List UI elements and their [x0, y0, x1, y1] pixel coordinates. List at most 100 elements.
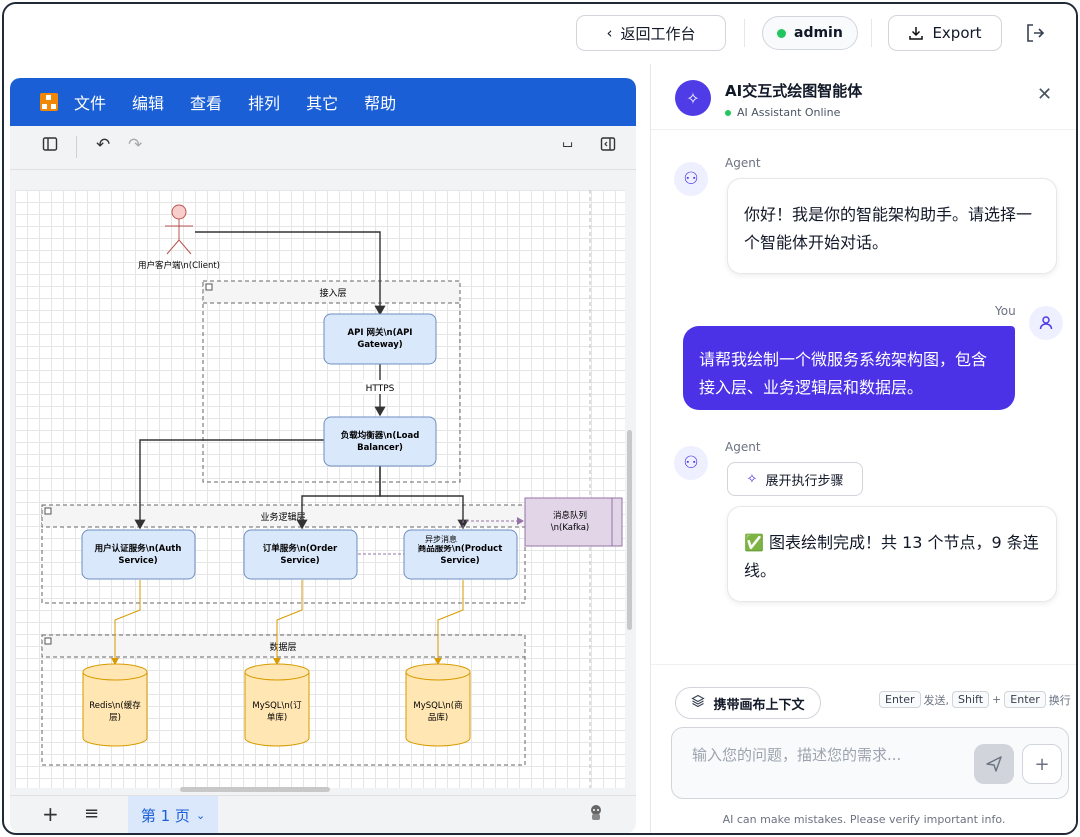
divider — [871, 19, 872, 47]
attach-plus-button[interactable]: + — [1022, 744, 1062, 784]
toolbar-divider — [76, 136, 77, 158]
message-composer: 输入您的问题，描述您的需求... + — [671, 727, 1069, 799]
enter-key: Enter — [1004, 691, 1046, 708]
format-panel-icon[interactable] — [600, 136, 616, 157]
menu-arrange[interactable]: 排列 — [248, 90, 280, 114]
online-dot-icon — [725, 109, 731, 116]
message-input[interactable]: 输入您的问题，描述您的需求... — [692, 744, 901, 765]
menu-file[interactable]: 文件 — [74, 90, 106, 114]
online-dot-icon — [777, 28, 786, 38]
top-bar: ‹ 返回工作台 admin Export — [4, 4, 1076, 64]
canvas-area[interactable]: 接入层 业务逻辑层 数据层 HTTPS 用户客户端\n(Client) API … — [10, 170, 636, 795]
user-avatar-icon — [1029, 306, 1063, 340]
pages-menu-icon[interactable]: ≡ — [84, 803, 99, 824]
chat-header: ✧ AI交互式绘图智能体 AI Assistant Online ✕ — [651, 64, 1076, 130]
composer-divider — [651, 664, 1076, 665]
client-label: 用户客户端\n(Client) — [138, 260, 220, 271]
sidebar-toggle-icon[interactable] — [42, 136, 58, 157]
svg-text:Gateway): Gateway) — [357, 340, 402, 350]
online-status: AI Assistant Online — [725, 106, 840, 119]
svg-text:API 网关\n(API: API 网关\n(API — [348, 327, 413, 338]
https-label: HTTPS — [366, 384, 395, 394]
sparkle-avatar-icon: ✧ — [675, 80, 711, 116]
export-label: Export — [932, 24, 982, 42]
mysql-product-db-node[interactable]: MySQL\n(商 品库) — [405, 663, 471, 747]
robot-agent-icon: ⚇ — [674, 162, 708, 196]
expand-steps-label: 展开执行步骤 — [765, 473, 844, 489]
agent-label: Agent — [725, 440, 761, 454]
page-tab-1[interactable]: 第 1 页 ⌄ — [128, 796, 218, 833]
access-layer-label: 接入层 — [319, 287, 346, 299]
mysql-order-db-node[interactable]: MySQL\n(订 单库) — [244, 663, 310, 747]
page-bar: + ≡ 第 1 页 ⌄ — [10, 795, 636, 833]
svg-text:品库): 品库) — [428, 712, 448, 723]
agent-label: Agent — [725, 156, 761, 170]
redis-db-node[interactable]: Redis\n(缓存 层) — [82, 663, 148, 747]
svg-text:订单服务\n(Order: 订单服务\n(Order — [263, 543, 338, 554]
client-actor[interactable]: 用户客户端\n(Client) — [138, 204, 220, 271]
async-message-label: 异步消息 — [425, 534, 457, 544]
redo-icon[interactable]: ↷ — [128, 135, 142, 155]
chevron-left-icon: ‹ — [606, 24, 613, 42]
svg-text:Service): Service) — [280, 556, 319, 566]
user-badge[interactable]: admin — [762, 16, 858, 50]
ai-chat-panel: ✧ AI交互式绘图智能体 AI Assistant Online ✕ ⚇ Age… — [650, 64, 1076, 833]
status-text: AI Assistant Online — [737, 106, 841, 119]
svg-text:Service): Service) — [118, 556, 157, 566]
you-label: You — [995, 304, 1016, 318]
drawio-logo-icon — [40, 93, 58, 111]
context-label: 携带画布上下文 — [713, 697, 805, 713]
disclaimer: AI can make mistakes. Please verify impo… — [722, 813, 1006, 826]
svg-text:单库): 单库) — [267, 712, 287, 723]
github-octocat-icon[interactable] — [588, 804, 604, 822]
svg-text:用户认证服务\n(Auth: 用户认证服务\n(Auth — [94, 543, 182, 554]
business-layer-label: 业务逻辑层 — [260, 511, 305, 523]
menu-help[interactable]: 帮助 — [364, 90, 396, 114]
layers-icon — [691, 694, 706, 712]
svg-text:Balancer): Balancer) — [357, 443, 403, 453]
user-message: 请帮我绘制一个微服务系统架构图，包含接入层、业务逻辑层和数据层。 — [683, 326, 1015, 410]
send-icon — [986, 756, 1002, 772]
sparkle-icon: ✧ — [746, 471, 758, 487]
api-gateway-node[interactable]: API 网关\n(API Gateway) — [323, 313, 437, 365]
undo-icon[interactable]: ↶ — [96, 135, 110, 155]
architecture-diagram: 接入层 业务逻辑层 数据层 HTTPS 用户客户端\n(Client) API … — [41, 190, 623, 788]
load-balancer-node[interactable]: 负载均衡器\n(Load Balancer) — [323, 416, 437, 467]
close-icon[interactable]: ✕ — [1037, 84, 1052, 105]
send-button[interactable] — [974, 744, 1014, 784]
logout-icon[interactable] — [1024, 22, 1046, 48]
export-button[interactable]: Export — [888, 15, 1002, 51]
vertical-scrollbar[interactable] — [627, 430, 632, 630]
expand-steps-button[interactable]: ✧ 展开执行步骤 — [727, 462, 863, 496]
back-label: 返回工作台 — [620, 24, 696, 43]
data-layer-label: 数据层 — [269, 641, 296, 653]
auth-service-node[interactable]: 用户认证服务\n(Auth Service) — [81, 529, 196, 580]
back-to-workbench-button[interactable]: ‹ 返回工作台 — [576, 15, 726, 51]
svg-text:层): 层) — [109, 713, 121, 723]
message-queue-node[interactable]: 消息队列 \n(Kafka) — [524, 497, 623, 547]
menu-extras[interactable]: 其它 — [306, 90, 338, 114]
app-window: ‹ 返回工作台 admin Export 文件 编辑 查看 排列 其它 帮助 ↶… — [2, 2, 1078, 835]
canvas-grid[interactable]: 接入层 业务逻辑层 数据层 HTTPS 用户客户端\n(Client) API … — [15, 190, 625, 788]
agent-message-2: ✅ 图表绘制完成！共 13 个节点，9 条连线。 — [727, 506, 1057, 602]
carry-canvas-context-button[interactable]: 携带画布上下文 — [675, 687, 821, 719]
agent-message-1: 你好！我是你的智能架构助手。请选择一个智能体开始对话。 — [727, 178, 1057, 274]
divider — [744, 19, 745, 47]
svg-text:负载均衡器\n(Load: 负载均衡器\n(Load — [341, 430, 420, 441]
fullscreen-icon[interactable]: ⌞⌟ — [562, 134, 573, 150]
svg-text:Redis\n(缓存: Redis\n(缓存 — [89, 700, 141, 711]
robot-agent-icon: ⚇ — [674, 446, 708, 480]
add-page-icon[interactable]: + — [42, 802, 59, 826]
user-name: admin — [794, 25, 843, 41]
menu-view[interactable]: 查看 — [190, 90, 222, 114]
svg-text:\n(Kafka): \n(Kafka) — [551, 523, 590, 533]
menu-bar: 文件 编辑 查看 排列 其它 帮助 — [10, 78, 636, 126]
plus-icon: + — [1034, 753, 1050, 775]
keyboard-hint: Enter 发送, Shift + Enter 换行 — [879, 691, 1071, 708]
menu-edit[interactable]: 编辑 — [132, 90, 164, 114]
plus-sign: + — [992, 693, 1002, 706]
newline-hint: 换行 — [1048, 693, 1071, 707]
svg-text:消息队列: 消息队列 — [553, 510, 587, 521]
order-service-node[interactable]: 订单服务\n(Order Service) — [243, 529, 358, 580]
horizontal-scrollbar[interactable] — [180, 787, 330, 792]
